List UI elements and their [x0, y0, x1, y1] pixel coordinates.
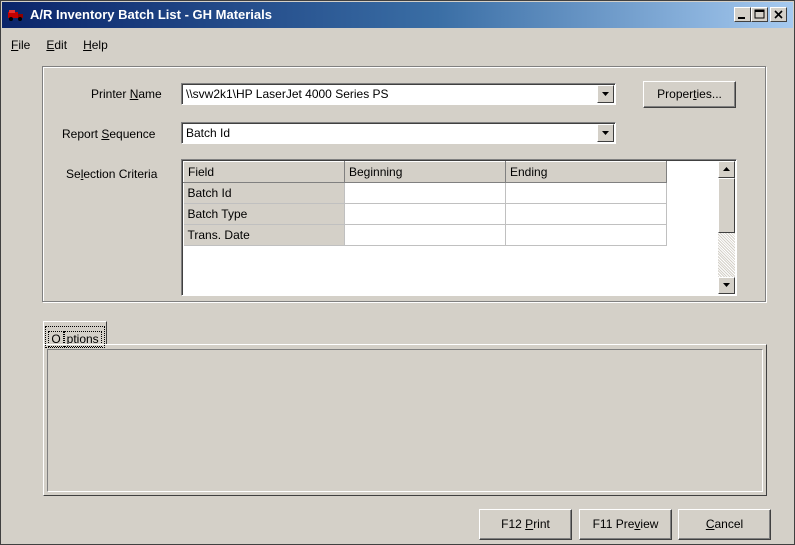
chevron-down-icon — [602, 131, 609, 135]
chevron-down-icon — [602, 92, 609, 96]
table-row: Trans. Date — [183, 224, 667, 246]
report-sequence-value: Batch Id — [186, 126, 231, 140]
selection-criteria-grid[interactable]: Field Beginning Ending Batch Id Batch Ty… — [181, 159, 737, 296]
arrow-up-icon — [723, 167, 730, 171]
criteria-vertical-scrollbar[interactable] — [718, 161, 735, 294]
options-tab-panel — [43, 344, 767, 496]
print-button[interactable]: F12 Print — [479, 509, 572, 540]
printer-dropdown-button[interactable] — [597, 85, 614, 103]
criteria-field-cell: Batch Type — [183, 203, 345, 225]
criteria-field-cell: Trans. Date — [183, 224, 345, 246]
printer-name-combobox[interactable]: \\svw2k1\HP LaserJet 4000 Series PS — [181, 83, 616, 105]
criteria-ending-cell[interactable] — [505, 224, 667, 246]
column-header-beginning[interactable]: Beginning — [344, 161, 506, 183]
app-window: A/R Inventory Batch List - GH Materials … — [0, 0, 795, 545]
app-truck-icon — [8, 10, 23, 21]
criteria-header-row: Field Beginning Ending — [183, 161, 667, 183]
printer-name-label: Printer Name — [91, 87, 162, 101]
criteria-table: Field Beginning Ending Batch Id Batch Ty… — [183, 161, 667, 246]
printer-name-value: \\svw2k1\HP LaserJet 4000 Series PS — [186, 87, 389, 101]
menu-help[interactable]: Help — [81, 38, 110, 56]
maximize-button[interactable] — [751, 7, 768, 22]
menu-edit[interactable]: Edit — [44, 38, 69, 56]
options-panel-inner — [47, 349, 763, 492]
cancel-button[interactable]: Cancel — [678, 509, 771, 540]
sequence-dropdown-button[interactable] — [597, 124, 614, 142]
criteria-beginning-cell[interactable] — [344, 203, 506, 225]
properties-button[interactable]: Properties... — [643, 81, 736, 108]
report-sequence-label: Report Sequence — [62, 127, 156, 141]
criteria-ending-cell[interactable] — [505, 182, 667, 204]
arrow-down-icon — [723, 283, 730, 287]
preview-button[interactable]: F11 Preview — [579, 509, 672, 540]
scroll-down-button[interactable] — [718, 277, 735, 294]
tab-options[interactable]: Options — [43, 321, 107, 348]
table-row: Batch Type — [183, 203, 667, 225]
maximize-icon — [754, 9, 765, 19]
column-header-ending[interactable]: Ending — [505, 161, 667, 183]
menu-file[interactable]: File — [9, 38, 32, 56]
window-title: A/R Inventory Batch List - GH Materials — [30, 7, 272, 22]
scroll-up-button[interactable] — [718, 161, 735, 178]
menu-bar: File Edit Help — [9, 38, 110, 56]
close-icon — [774, 10, 783, 19]
table-row: Batch Id — [183, 182, 667, 204]
title-bar[interactable]: A/R Inventory Batch List - GH Materials — [2, 2, 793, 28]
criteria-beginning-cell[interactable] — [344, 182, 506, 204]
minimize-button[interactable] — [734, 7, 751, 22]
criteria-ending-cell[interactable] — [505, 203, 667, 225]
minimize-icon — [738, 17, 745, 19]
close-button[interactable] — [770, 7, 787, 22]
column-header-field[interactable]: Field — [183, 161, 345, 183]
report-sequence-combobox[interactable]: Batch Id — [181, 122, 616, 144]
scroll-thumb[interactable] — [718, 178, 735, 233]
selection-criteria-label: Selection Criteria — [66, 167, 158, 181]
criteria-field-cell: Batch Id — [183, 182, 345, 204]
criteria-beginning-cell[interactable] — [344, 224, 506, 246]
